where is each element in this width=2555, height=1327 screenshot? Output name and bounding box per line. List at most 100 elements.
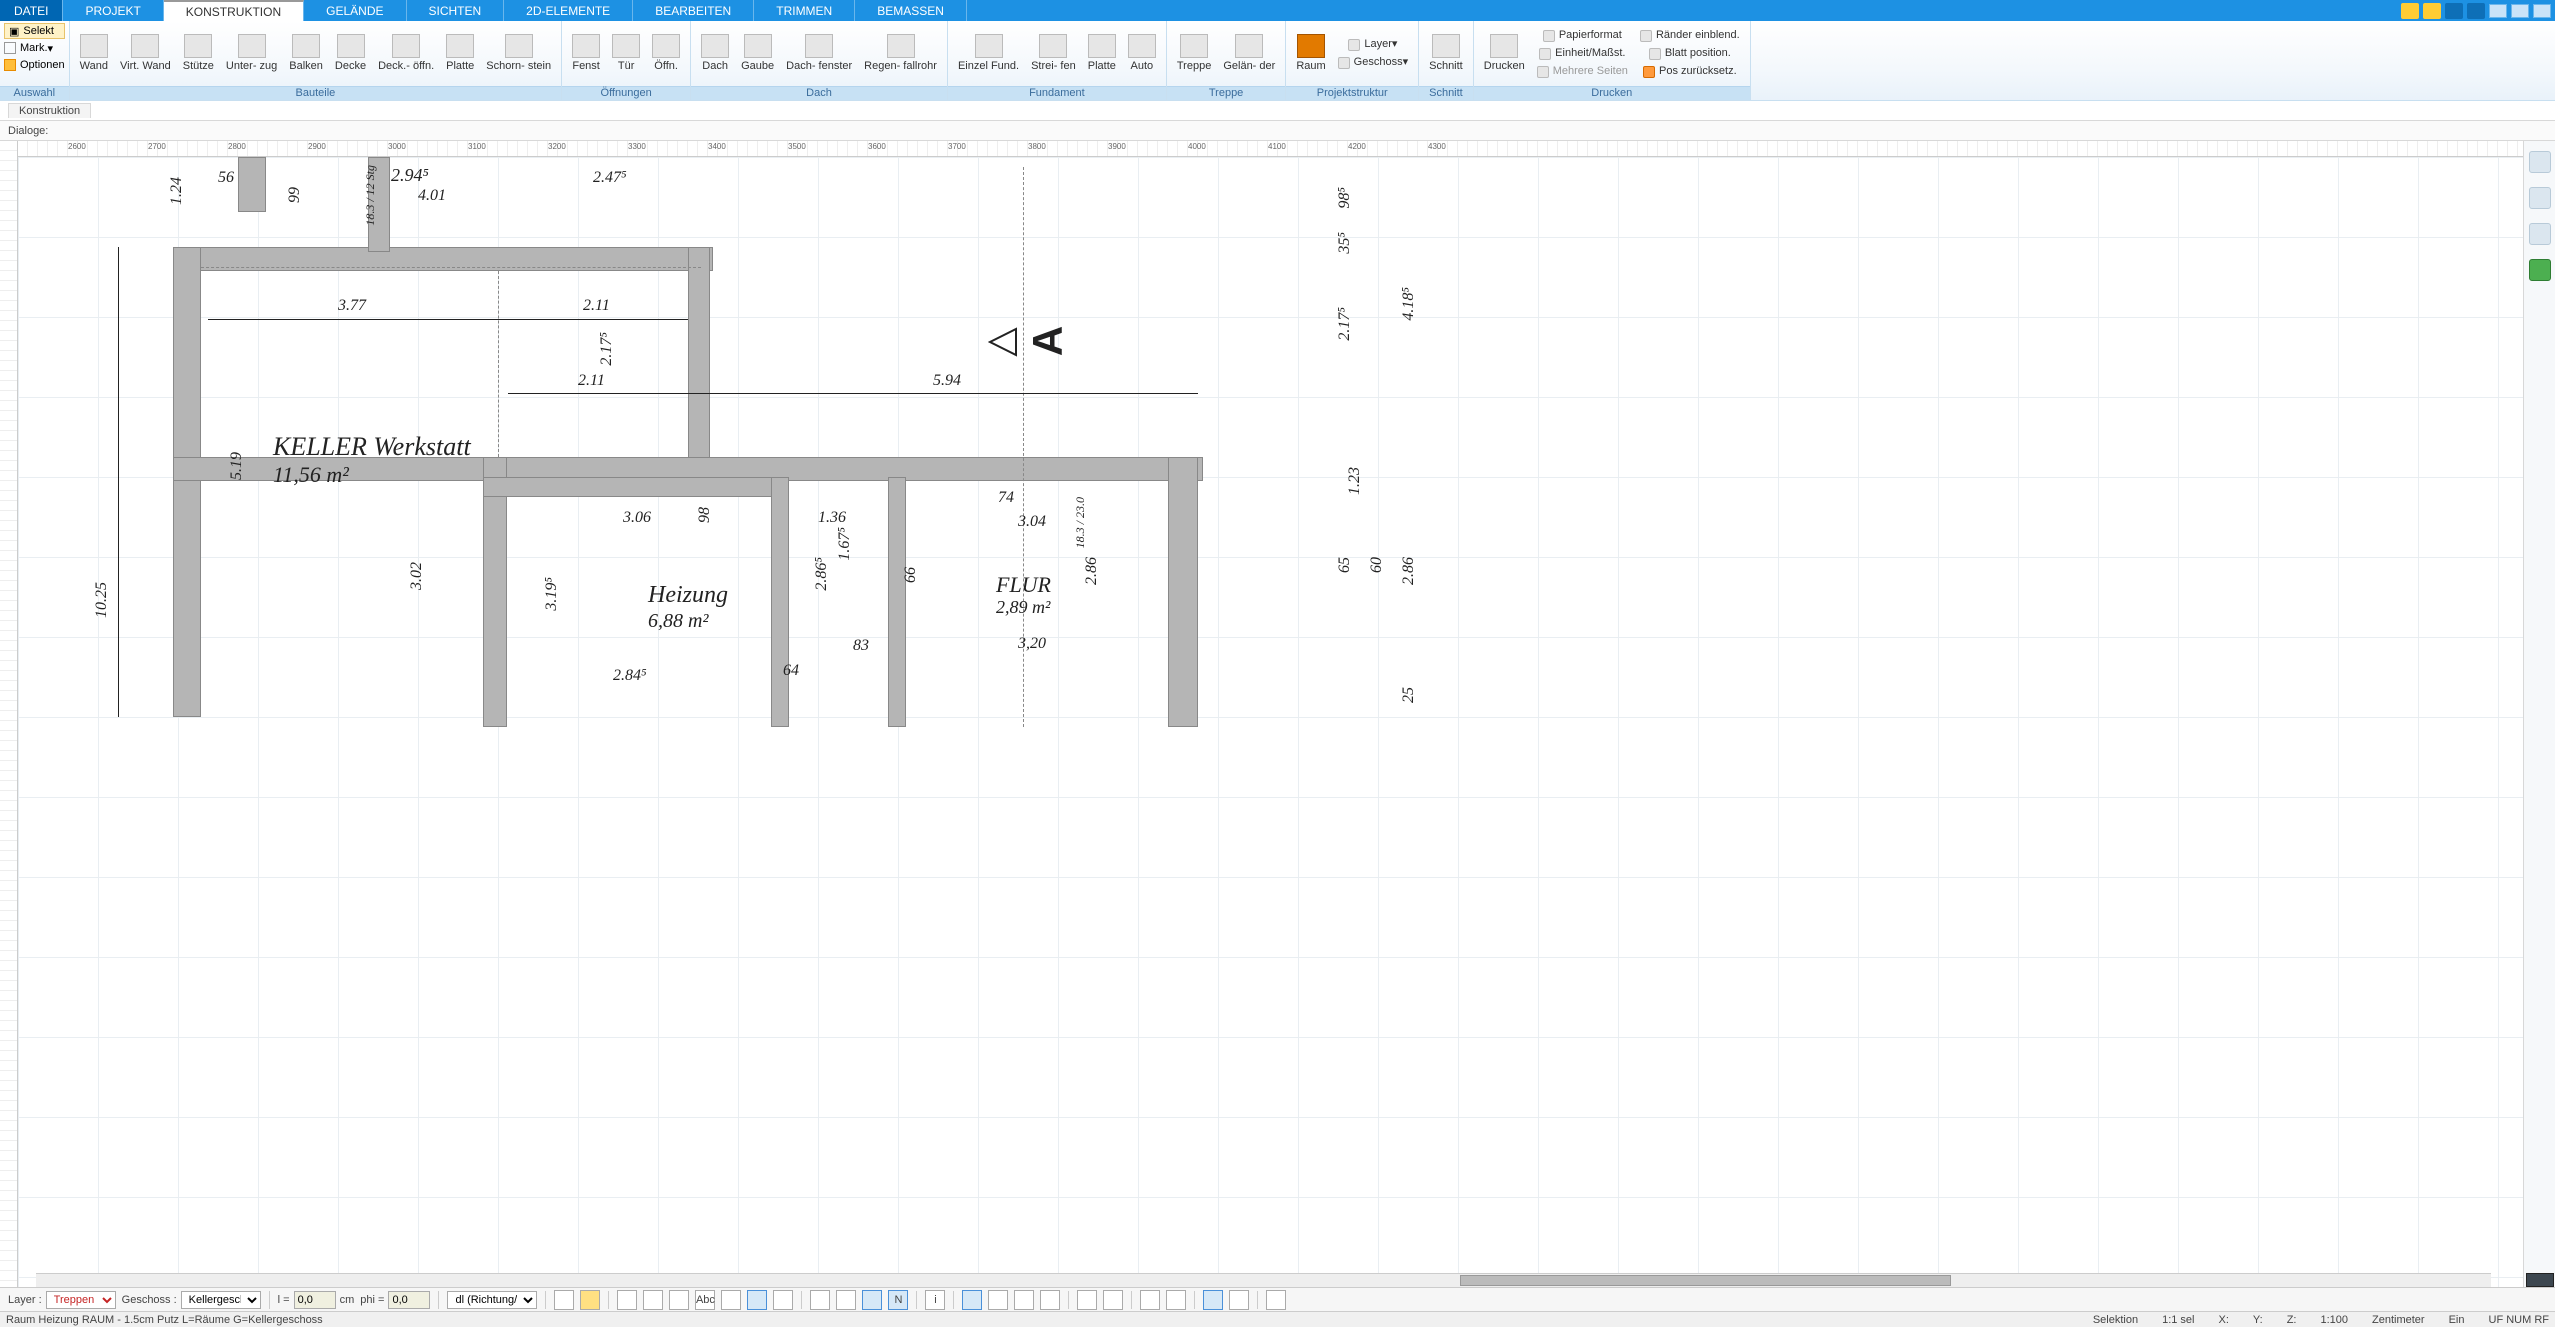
gaube-button[interactable]: Gaube (735, 23, 780, 85)
expand-icon[interactable] (1266, 1290, 1286, 1310)
snap4-icon[interactable]: N (888, 1290, 908, 1310)
einheit-button[interactable]: Einheit/Maßst. (1531, 45, 1634, 63)
target-icon[interactable] (2529, 223, 2551, 245)
align-left-icon[interactable] (617, 1290, 637, 1310)
help-icon[interactable] (2467, 3, 2485, 19)
layer-button[interactable]: Layer ▾ (1332, 36, 1414, 54)
drawing-canvas[interactable]: A KELLER Werkstatt 11,56 m² Heizung 6,88… (18, 157, 2523, 1287)
horizontal-ruler[interactable]: 26002700 28002900 30003100 32003300 3400… (18, 141, 2523, 157)
tab-projekt[interactable]: PROJEKT (63, 0, 163, 21)
optionen-button[interactable]: Optionen (4, 57, 65, 73)
tab-2d[interactable]: 2D-ELEMENTE (504, 0, 633, 21)
box-icon[interactable] (2423, 3, 2441, 19)
grid-icon[interactable] (1203, 1290, 1223, 1310)
layers-icon[interactable] (2529, 151, 2551, 173)
dachfenster-button[interactable]: Dach- fenster (780, 23, 858, 85)
chair-icon[interactable] (2529, 187, 2551, 209)
geschoss-button[interactable]: Geschoss ▾ (1332, 54, 1414, 72)
dl-select[interactable]: dl (Richtung/Di (447, 1291, 537, 1309)
virt-wand-button[interactable]: Virt. Wand (114, 23, 177, 85)
platte-button[interactable]: Platte (440, 23, 480, 85)
snap1-icon[interactable] (810, 1290, 830, 1310)
align-center-icon[interactable] (643, 1290, 663, 1310)
view4-icon[interactable] (1040, 1290, 1060, 1310)
oeffn-button[interactable]: Öffn. (646, 23, 686, 85)
schornstein-button[interactable]: Schorn- stein (480, 23, 557, 85)
snap3-icon[interactable] (862, 1290, 882, 1310)
wall[interactable] (483, 457, 507, 727)
monitor-icon[interactable] (2445, 3, 2463, 19)
hatch-icon[interactable] (554, 1290, 574, 1310)
side-tab[interactable] (2526, 1273, 2554, 1287)
fenst-button[interactable]: Fenst (566, 23, 606, 85)
unterzug-button[interactable]: Unter- zug (220, 23, 283, 85)
l-input[interactable] (294, 1291, 336, 1309)
wall[interactable] (483, 477, 773, 497)
subtab-konstruktion[interactable]: Konstruktion (8, 103, 91, 118)
geschoss-select[interactable]: Kellergesch (181, 1291, 261, 1309)
tab-gelaende[interactable]: GELÄNDE (304, 0, 406, 21)
tab-datei[interactable]: DATEI (0, 0, 63, 21)
decke-button[interactable]: Decke (329, 23, 372, 85)
gridsnap-icon[interactable] (1229, 1290, 1249, 1310)
tab-trimmen[interactable]: TRIMMEN (754, 0, 855, 21)
scroll-thumb[interactable] (1460, 1275, 1951, 1286)
frame-icon[interactable] (773, 1290, 793, 1310)
horizontal-scrollbar[interactable] (36, 1273, 2491, 1287)
mark-button[interactable]: Mark. ▾ (4, 40, 65, 56)
mehrere-seiten-button[interactable]: Mehrere Seiten (1531, 63, 1634, 81)
tab-bearbeiten[interactable]: BEARBEITEN (633, 0, 754, 21)
blatt-button[interactable]: Blatt position. (1634, 45, 1746, 63)
einzelfund-button[interactable]: Einzel Fund. (952, 23, 1025, 85)
pos-reset-button[interactable]: Pos zurücksetz. (1634, 63, 1746, 81)
view2-icon[interactable] (988, 1290, 1008, 1310)
view8-icon[interactable] (1166, 1290, 1186, 1310)
view3-icon[interactable] (1014, 1290, 1034, 1310)
wall[interactable] (771, 477, 789, 727)
layer-select[interactable]: Treppen (46, 1291, 116, 1309)
papierformat-button[interactable]: Papierformat (1531, 27, 1634, 45)
align-right-icon[interactable] (669, 1290, 689, 1310)
raum-button[interactable]: Raum (1290, 23, 1331, 85)
wall[interactable] (888, 477, 906, 727)
gelaender-button[interactable]: Gelän- der (1217, 23, 1281, 85)
restore-button[interactable] (2511, 4, 2529, 18)
snap2-icon[interactable] (836, 1290, 856, 1310)
treppe-button[interactable]: Treppe (1171, 23, 1217, 85)
streifen-button[interactable]: Strei- fen (1025, 23, 1082, 85)
view7-icon[interactable] (1140, 1290, 1160, 1310)
bounds-icon[interactable] (747, 1290, 767, 1310)
selekt-button[interactable]: ▣Selekt (4, 23, 65, 39)
view6-icon[interactable] (1103, 1290, 1123, 1310)
platte-fund-button[interactable]: Platte (1082, 23, 1122, 85)
drucken-button[interactable]: Drucken (1478, 23, 1531, 85)
tab-sichten[interactable]: SICHTEN (407, 0, 505, 21)
wall[interactable] (238, 157, 266, 212)
tab-konstruktion[interactable]: KONSTRUKTION (164, 0, 304, 21)
phi-input[interactable] (388, 1291, 430, 1309)
dach-button[interactable]: Dach (695, 23, 735, 85)
tree-icon[interactable] (2529, 259, 2551, 281)
wall[interactable] (688, 247, 710, 461)
view5-icon[interactable] (1077, 1290, 1097, 1310)
wall[interactable] (1168, 457, 1198, 727)
wand-button[interactable]: Wand (74, 23, 114, 85)
wall[interactable] (173, 247, 201, 717)
fill-icon[interactable] (580, 1290, 600, 1310)
auto-button[interactable]: Auto (1122, 23, 1162, 85)
stuetze-button[interactable]: Stütze (177, 23, 220, 85)
measure-icon[interactable] (721, 1290, 741, 1310)
regenfallrohr-button[interactable]: Regen- fallrohr (858, 23, 943, 85)
tab-bemassen[interactable]: BEMASSEN (855, 0, 967, 21)
raender-button[interactable]: Ränder einblend. (1634, 27, 1746, 45)
info-icon[interactable]: i (925, 1290, 945, 1310)
vertical-ruler[interactable] (0, 141, 18, 1287)
close-button[interactable] (2533, 4, 2551, 18)
tuer-button[interactable]: Tür (606, 23, 646, 85)
deckoeffn-button[interactable]: Deck.- öffn. (372, 23, 440, 85)
balken-button[interactable]: Balken (283, 23, 329, 85)
schnitt-button[interactable]: Schnitt (1423, 23, 1469, 85)
wrench-icon[interactable] (2401, 3, 2419, 19)
abc-icon[interactable]: Abc (695, 1290, 715, 1310)
view1-icon[interactable] (962, 1290, 982, 1310)
